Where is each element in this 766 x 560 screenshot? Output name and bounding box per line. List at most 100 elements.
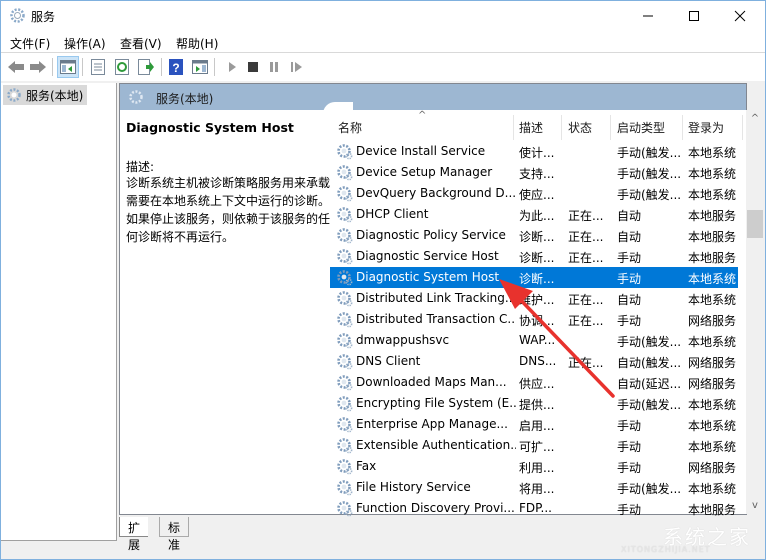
service-row[interactable]: Encrypting File System (E... 提供... 手动(触发..…	[330, 393, 738, 414]
toolbar-separator	[82, 58, 83, 76]
service-row[interactable]: DHCP Client 为此... 正在... 自动 本地服务	[330, 204, 738, 225]
tree-item-label: 服务(本地)	[26, 88, 84, 103]
service-gear-icon	[336, 458, 353, 478]
tab-standard[interactable]: 标准	[159, 517, 190, 552]
service-row[interactable]: Fax 利用... 手动 网络服务	[330, 456, 738, 477]
menu-view[interactable]: 查看(V)	[120, 35, 162, 52]
forward-button[interactable]	[27, 56, 49, 78]
service-name: Device Install Service	[356, 144, 486, 158]
toolbar-separator	[52, 58, 53, 76]
column-header-status[interactable]: 状态	[568, 119, 592, 136]
action-pane-icon	[192, 60, 208, 74]
service-row[interactable]: dmwappushsvc WAP... 手动(触发... 本地系统	[330, 330, 738, 351]
refresh-button[interactable]	[111, 56, 133, 78]
refresh-icon	[115, 59, 129, 75]
menu-bar: 文件(F) 操作(A) 查看(V) 帮助(H)	[1, 31, 765, 53]
column-header-startup-type[interactable]: 启动类型	[617, 119, 665, 136]
service-description: 可扩...	[519, 440, 555, 454]
service-row[interactable]: File History Service 将用... 手动(触发... 本地系统	[330, 477, 738, 498]
service-description: 启用...	[519, 419, 555, 433]
service-name: DNS Client	[356, 354, 421, 368]
service-log-on-as: 本地系统	[688, 482, 737, 496]
start-service-button[interactable]	[221, 56, 243, 78]
service-row[interactable]: Enterprise App Manage... 启用... 手动 本地系统	[330, 414, 738, 435]
service-gear-icon	[336, 290, 353, 310]
service-row[interactable]: Diagnostic Policy Service 诊断... 正在... 自动 本地服…	[330, 225, 738, 246]
service-description: 将用...	[519, 482, 555, 496]
service-startup-type: 手动(触发...	[617, 398, 682, 412]
services-gear-icon	[7, 88, 21, 102]
service-row[interactable]: Function Discovery Provi... FDP... 手动 本地服务	[330, 498, 738, 519]
menu-action[interactable]: 操作(A)	[64, 35, 106, 52]
properties-button[interactable]	[87, 56, 109, 78]
scroll-thumb[interactable]	[747, 210, 763, 238]
service-description: 支持...	[519, 167, 555, 181]
service-log-on-as: 本地系统	[688, 167, 737, 181]
scroll-down-button[interactable]: v	[746, 497, 764, 514]
service-row[interactable]: DNS Client DNS... 正在... 自动(触发... 网络服务	[330, 351, 738, 372]
service-row[interactable]: Distributed Link Tracking... 维护... 正在... 自动…	[330, 288, 738, 309]
service-row[interactable]: Device Setup Manager 支持... 手动(触发... 本地系统	[330, 162, 738, 183]
service-startup-type: 手动	[617, 251, 642, 265]
vertical-scrollbar[interactable]: ^ v	[746, 110, 764, 514]
service-startup-type: 手动	[617, 440, 642, 454]
service-gear-icon	[336, 227, 353, 247]
back-button[interactable]	[5, 56, 27, 78]
service-gear-icon	[336, 353, 353, 373]
maximize-button[interactable]	[671, 1, 717, 31]
restart-service-button[interactable]	[286, 56, 308, 78]
tree-item-services-local[interactable]: 服务(本地)	[3, 85, 87, 105]
column-header-log-on-as[interactable]: 登录为	[688, 119, 724, 136]
show-hide-console-tree-button[interactable]	[57, 56, 79, 78]
maximize-icon	[689, 11, 699, 21]
column-divider[interactable]	[682, 115, 683, 140]
service-row-selected[interactable]: Diagnostic System Host 诊断... 手动 本地系统	[330, 267, 738, 288]
column-divider[interactable]	[610, 115, 611, 140]
services-gear-icon	[128, 89, 144, 108]
column-header-description[interactable]: 描述	[519, 119, 543, 136]
pause-service-button[interactable]	[263, 56, 285, 78]
service-description: 诊断...	[519, 230, 555, 244]
properties-icon	[91, 59, 105, 75]
service-row[interactable]: Diagnostic Service Host 诊断... 正在... 手动 本地服务	[330, 246, 738, 267]
console-tree: 服务(本地)	[1, 83, 117, 541]
service-name: Downloaded Maps Man...	[356, 375, 507, 389]
service-startup-type: 手动	[617, 503, 642, 517]
tab-extended[interactable]: 扩展	[119, 517, 149, 552]
minimize-button[interactable]	[625, 1, 671, 31]
service-name: dmwappushsvc	[356, 333, 450, 347]
service-name: DevQuery Background D...	[356, 186, 516, 200]
service-log-on-as: 网络服务	[688, 377, 737, 391]
close-button[interactable]	[717, 1, 763, 31]
services-gear-icon	[9, 7, 26, 24]
column-divider[interactable]	[561, 115, 562, 140]
column-header-name[interactable]: 名称	[338, 119, 362, 136]
services-pane: 服务(本地) Diagnostic System Host 描述: 诊断系统主机…	[119, 83, 764, 517]
service-gear-icon	[336, 479, 353, 499]
service-log-on-as: 本地服务	[688, 230, 737, 244]
service-status: 正在...	[568, 293, 604, 307]
column-divider[interactable]	[742, 115, 743, 140]
stop-service-button[interactable]	[242, 56, 264, 78]
service-row[interactable]: Downloaded Maps Man... 供应... 自动(延迟... 网络服务	[330, 372, 738, 393]
show-hide-action-pane-button[interactable]	[189, 56, 211, 78]
export-list-button[interactable]	[135, 56, 157, 78]
column-divider[interactable]	[513, 115, 514, 140]
menu-file[interactable]: 文件(F)	[10, 35, 50, 52]
service-row[interactable]: Extensible Authentication... 可扩... 手动 本地系统	[330, 435, 738, 456]
description-label: 描述:	[126, 160, 155, 174]
service-startup-type: 自动(触发...	[617, 356, 682, 370]
service-startup-type: 自动(延迟...	[617, 377, 682, 391]
console-tree-icon	[60, 60, 76, 74]
help-button[interactable]: ?	[165, 56, 187, 78]
service-startup-type: 自动	[617, 209, 642, 223]
menu-help[interactable]: 帮助(H)	[176, 35, 218, 52]
service-gear-icon	[336, 500, 353, 520]
service-row[interactable]: DevQuery Background D... 使应... 手动(触发... 本地系…	[330, 183, 738, 204]
service-log-on-as: 本地系统	[688, 335, 737, 349]
restart-icon	[291, 62, 302, 72]
scroll-up-button[interactable]: ^	[746, 110, 764, 127]
service-row[interactable]: Device Install Service 使计... 手动(触发... 本地系统	[330, 141, 738, 162]
service-gear-icon	[336, 164, 353, 184]
service-row[interactable]: Distributed Transaction C... 协调... 正在... 手动…	[330, 309, 738, 330]
